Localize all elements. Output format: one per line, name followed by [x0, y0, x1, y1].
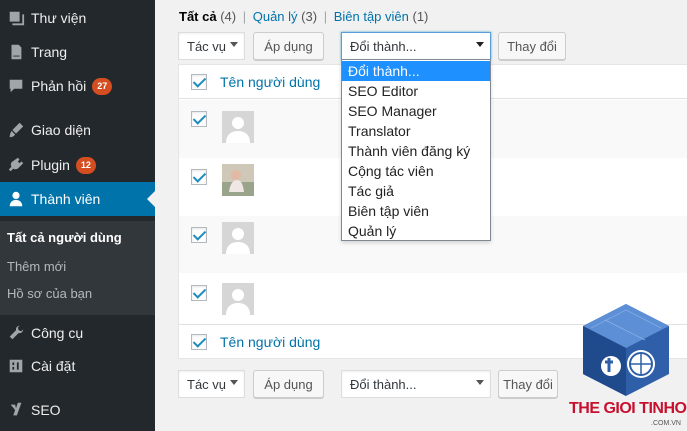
role-option[interactable]: SEO Editor [342, 81, 490, 101]
chevron-down-icon [476, 42, 484, 47]
role-option[interactable]: Translator [342, 121, 490, 141]
select-all-checkbox-bottom[interactable] [191, 334, 207, 350]
sidebar-item-media[interactable]: Thư viện [0, 1, 155, 35]
sidebar-item-settings[interactable]: Cài đặt [0, 349, 155, 383]
sidebar-item-label: Phản hồi [31, 78, 87, 94]
sidebar-item-users[interactable]: Thành viên [0, 182, 155, 216]
yoast-icon [6, 400, 26, 420]
sidebar-item-label: Plugin [31, 157, 70, 173]
role-option[interactable]: Tác giả [342, 181, 490, 201]
submenu-your-profile[interactable]: Hồ sơ của bạn [7, 286, 92, 301]
plugin-icon [6, 155, 26, 175]
sidebar-item-comments[interactable]: Phản hồi 27 [0, 69, 155, 103]
bulk-action-select-bottom[interactable]: Tác vụ [178, 370, 245, 398]
filter-separator: | [323, 9, 328, 24]
apply-button[interactable]: Áp dụng [253, 32, 324, 60]
watermark-domain: .COM.VN [651, 420, 681, 427]
role-option[interactable]: Cộng tác viên [342, 161, 490, 181]
username-column-header[interactable]: Tên người dùng [220, 74, 320, 90]
sidebar-item-seo[interactable]: SEO [0, 393, 155, 427]
sidebar-item-appearance[interactable]: Giao diện [0, 113, 155, 147]
select-all-checkbox[interactable] [191, 74, 207, 90]
settings-icon [6, 356, 26, 376]
users-icon [6, 189, 26, 209]
chevron-down-icon [230, 380, 238, 385]
change-role-button[interactable]: Thay đổi [498, 32, 566, 60]
filter-separator: | [242, 9, 247, 24]
change-role-dropdown: Đổi thành... SEO Editor SEO Manager Tran… [341, 59, 491, 241]
change-role-select[interactable]: Đổi thành... [341, 32, 491, 60]
row-checkbox[interactable] [191, 111, 207, 127]
appearance-icon [6, 120, 26, 140]
filter-all-count: (4) [220, 9, 237, 24]
change-role-value: Đổi thành... [350, 376, 417, 392]
submenu-add-new[interactable]: Thêm mới [7, 259, 66, 274]
tools-icon [6, 323, 26, 343]
sidebar-item-label: Thư viện [31, 10, 87, 26]
role-option[interactable]: Biên tập viên [342, 201, 490, 221]
role-option[interactable]: Đổi thành... [342, 61, 490, 81]
change-role-value: Đổi thành... [350, 38, 417, 54]
change-role-select-bottom[interactable]: Đổi thành... [341, 370, 491, 398]
role-filter-links: Tất cả (4) | Quản lý (3) | Biên tập viên… [179, 9, 428, 24]
submenu-all-users[interactable]: Tất cả người dùng [7, 230, 122, 245]
row-checkbox[interactable] [191, 227, 207, 243]
sidebar-item-tools[interactable]: Công cụ [0, 316, 155, 350]
sidebar-item-label: Cài đặt [31, 358, 76, 374]
comments-count-badge: 27 [92, 77, 113, 95]
cube-logo-icon [583, 304, 669, 396]
role-option[interactable]: Quản lý [342, 221, 490, 241]
avatar [222, 111, 254, 143]
chevron-down-icon [476, 380, 484, 385]
chevron-down-icon [230, 42, 238, 47]
row-checkbox[interactable] [191, 169, 207, 185]
bulk-action-value: Tác vụ [187, 38, 227, 54]
comments-icon [6, 76, 26, 96]
row-checkbox[interactable] [191, 285, 207, 301]
role-option[interactable]: Thành viên đăng ký [342, 141, 490, 161]
avatar [222, 164, 254, 196]
filter-admin[interactable]: Quản lý [253, 9, 298, 24]
filter-admin-count: (3) [301, 9, 318, 24]
bulk-action-value: Tác vụ [187, 376, 227, 392]
page-icon [6, 42, 26, 62]
filter-all[interactable]: Tất cả [179, 9, 217, 24]
watermark-brand: THE GIOI TINHOC [569, 400, 687, 417]
watermark-logo: THE GIOI TINHOC .COM.VN [565, 300, 687, 431]
filter-editor-count: (1) [412, 9, 429, 24]
role-option[interactable]: SEO Manager [342, 101, 490, 121]
filter-editor[interactable]: Biên tập viên [334, 9, 409, 24]
sidebar-item-label: Thành viên [31, 191, 101, 207]
sidebar-item-label: Giao diện [31, 122, 91, 138]
avatar [222, 283, 254, 315]
sidebar-item-plugins[interactable]: Plugin 12 [0, 148, 155, 182]
media-icon [6, 8, 26, 28]
plugin-count-badge: 12 [75, 156, 96, 174]
apply-button-bottom[interactable]: Áp dụng [253, 370, 324, 398]
sidebar-item-label: SEO [31, 402, 61, 418]
avatar [222, 222, 254, 254]
sidebar-item-pages[interactable]: Trang [0, 35, 155, 69]
sidebar-item-label: Trang [31, 44, 68, 60]
admin-sidebar: Thư viện Trang Phản hồi 27 Giao diện Plu… [0, 0, 155, 431]
username-column-footer[interactable]: Tên người dùng [220, 334, 320, 350]
users-submenu: Tất cả người dùng Thêm mới Hồ sơ của bạn [0, 221, 155, 315]
sidebar-item-label: Công cụ [31, 325, 84, 341]
bulk-action-select[interactable]: Tác vụ [178, 32, 245, 60]
change-role-button-bottom[interactable]: Thay đổi [498, 370, 558, 398]
